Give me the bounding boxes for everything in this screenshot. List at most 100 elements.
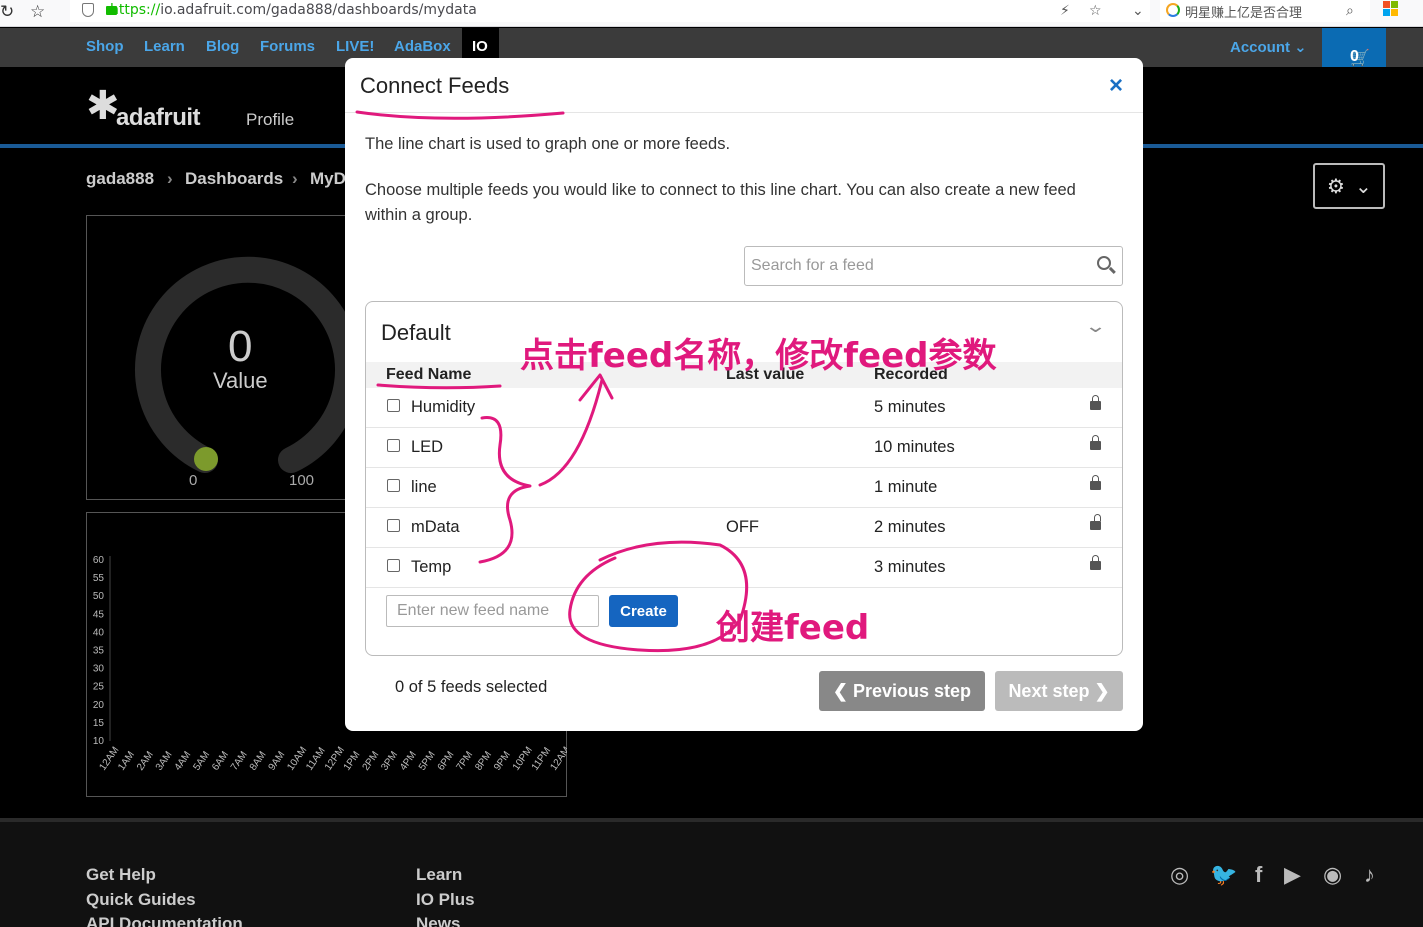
account-menu[interactable]: Account ⌄ [1230, 38, 1307, 56]
chart-y-tick-label: 35 [93, 646, 105, 657]
chart-x-tick-label: 7PM [454, 750, 475, 773]
browser-toolbar: ↻ ☆ https://io.adafruit.com/gada888/dash… [0, 0, 1423, 27]
feed-recorded: 1 minute [874, 478, 938, 496]
cart-count: 0 [1350, 48, 1359, 65]
nav-shop[interactable]: Shop [86, 38, 124, 55]
search-engine-icon [1166, 3, 1180, 17]
dashboard-settings-button[interactable]: ⚙ ⌄ [1313, 163, 1385, 209]
chart-x-tick-label: 4PM [398, 750, 419, 773]
chart-x-tick-label: 8AM [248, 750, 269, 773]
dropdown-chevron-icon[interactable]: ⌄ [1132, 2, 1144, 19]
breadcrumb-separator-icon: › [167, 169, 173, 188]
breadcrumb-dashboards[interactable]: Dashboards [185, 169, 283, 189]
create-feed-button[interactable]: Create [609, 595, 678, 627]
feed-checkbox[interactable] [387, 439, 400, 452]
bookmark-star-icon[interactable]: ☆ [30, 2, 45, 22]
feed-name[interactable]: mData [411, 518, 460, 537]
lock-icon[interactable] [1090, 395, 1101, 410]
gauge-max: 100 [289, 472, 315, 489]
chevron-down-icon[interactable]: ⌄ [1084, 316, 1107, 337]
facebook-icon[interactable]: f [1255, 862, 1262, 888]
feed-checkbox[interactable] [387, 559, 400, 572]
url-text[interactable]: https://io.adafruit.com/gada888/dashboar… [110, 2, 477, 18]
annotation-text-create-feed: 创建feed [716, 608, 870, 648]
nav-learn[interactable]: Learn [144, 38, 185, 55]
youtube-icon[interactable]: ▶ [1284, 862, 1301, 888]
gauge-min: 0 [189, 472, 198, 489]
feed-recorded: 2 minutes [874, 518, 946, 536]
chart-x-tick-label: 4AM [173, 750, 194, 773]
gauge-value: 0 [228, 322, 253, 371]
browser-search-text[interactable]: 明星赚上亿是否合理 [1185, 2, 1302, 21]
modal-description: The line chart is used to graph one or m… [365, 135, 731, 153]
chart-x-tick-label: 9PM [492, 750, 513, 773]
feed-row-led[interactable]: LED 10 minutes [366, 428, 1122, 468]
instagram-icon[interactable]: ◎ [1170, 862, 1189, 888]
profile-link[interactable]: Profile [246, 110, 294, 130]
feed-name[interactable]: Humidity [411, 398, 475, 417]
feed-row-mdata[interactable]: mData OFF 2 minutes [366, 508, 1122, 548]
chart-y-tick-label: 25 [93, 682, 105, 693]
chart-x-tick-label: 5PM [417, 750, 438, 773]
lightning-icon[interactable]: ⚡ [1060, 2, 1070, 19]
lock-icon[interactable] [1090, 435, 1101, 450]
feed-checkbox[interactable] [387, 479, 400, 492]
new-feed-name-input[interactable] [386, 595, 599, 627]
feed-checkbox[interactable] [387, 519, 400, 532]
feed-name[interactable]: LED [411, 438, 443, 457]
chart-x-tick-label: 6PM [436, 750, 457, 773]
chevron-down-icon: ⌄ [1355, 176, 1372, 198]
chart-x-tick-label: 7AM [229, 750, 250, 773]
unlock-icon[interactable] [1090, 514, 1101, 530]
github-icon[interactable]: ◉ [1323, 862, 1342, 888]
tiktok-icon[interactable]: ♪ [1364, 862, 1375, 888]
feed-name[interactable]: line [411, 478, 437, 497]
favorite-star-icon[interactable]: ☆ [1089, 2, 1102, 19]
reload-icon[interactable]: ↻ [0, 2, 14, 22]
twitter-icon[interactable]: 🐦 [1210, 862, 1237, 888]
breadcrumb-separator-icon: › [292, 169, 298, 188]
previous-step-button[interactable]: ❮ Previous step [819, 671, 985, 711]
feed-name[interactable]: Temp [411, 558, 451, 577]
lock-icon[interactable] [1090, 475, 1101, 490]
chart-y-tick-label: 15 [93, 718, 105, 729]
selected-count: 0 of 5 feeds selected [395, 678, 548, 696]
footer-api-docs[interactable]: API Documentation [86, 914, 243, 927]
chart-y-tick-label: 45 [93, 609, 105, 620]
adafruit-star-logo-icon[interactable]: ✱ [86, 86, 120, 126]
nav-forums[interactable]: Forums [260, 38, 315, 55]
breadcrumb-user[interactable]: gada888 [86, 169, 154, 189]
browser-search-icon[interactable]: ⌕ [1346, 2, 1354, 19]
adafruit-logo[interactable]: adafruit [116, 104, 201, 132]
footer-quick-guides[interactable]: Quick Guides [86, 890, 196, 910]
column-feed-name[interactable]: Feed Name [386, 366, 471, 384]
feed-checkbox[interactable] [387, 399, 400, 412]
feed-row-humidity[interactable]: Humidity 5 minutes [366, 388, 1122, 428]
apps-grid-icon[interactable] [1383, 1, 1399, 17]
chart-x-tick-label: 12AM [548, 745, 567, 773]
feed-recorded: 5 minutes [874, 398, 946, 416]
feed-row-line[interactable]: line 1 minute [366, 468, 1122, 508]
nav-blog[interactable]: Blog [206, 38, 239, 55]
nav-adabox[interactable]: AdaBox [394, 38, 451, 55]
search-icon[interactable] [1097, 256, 1111, 270]
close-icon[interactable]: × [1109, 72, 1123, 100]
footer-news[interactable]: News [416, 914, 460, 927]
modal-title: Connect Feeds [360, 73, 510, 98]
feed-recorded: 10 minutes [874, 438, 955, 456]
nav-live[interactable]: LIVE! [336, 38, 374, 55]
feed-row-temp[interactable]: Temp 3 minutes [366, 548, 1122, 588]
footer-io-plus[interactable]: IO Plus [416, 890, 475, 910]
group-title[interactable]: Default [381, 320, 451, 346]
modal-header: Connect Feeds × [345, 58, 1143, 113]
footer-get-help[interactable]: Get Help [86, 865, 156, 885]
tracking-shield-icon[interactable] [82, 3, 94, 17]
lock-icon[interactable] [1090, 555, 1101, 570]
next-step-button[interactable]: Next step ❯ [995, 671, 1123, 711]
chart-x-tick-label: 8PM [473, 750, 494, 773]
feed-search-input[interactable] [751, 253, 1081, 279]
footer-learn[interactable]: Learn [416, 865, 462, 885]
feed-last-value: OFF [726, 518, 759, 536]
cart-button[interactable]: 🛒 0 [1322, 28, 1386, 67]
feed-recorded: 3 minutes [874, 558, 946, 576]
